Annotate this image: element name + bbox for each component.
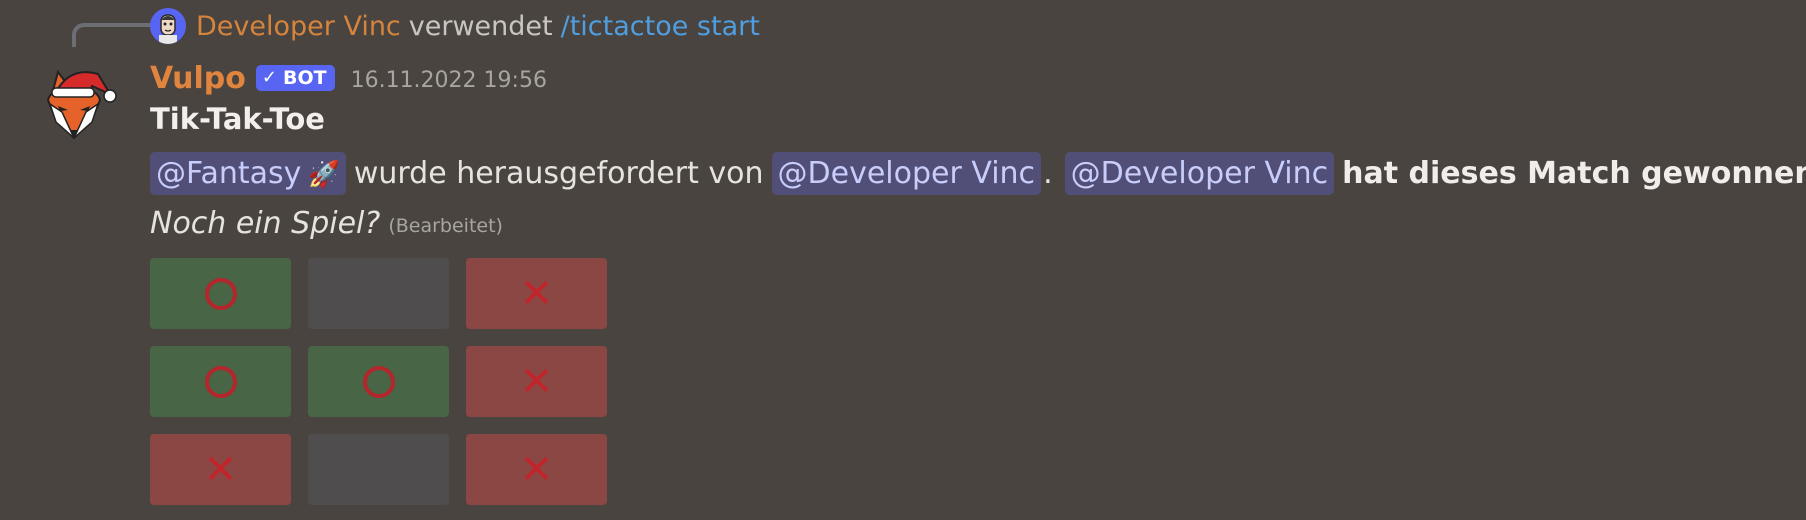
reply-context[interactable]: Developer Vinc verwendet /tictactoe star… — [150, 8, 760, 44]
reply-verb: verwendet — [408, 10, 553, 42]
board-cell-2[interactable] — [308, 258, 449, 329]
edited-label: (Bearbeitet) — [388, 215, 503, 237]
rematch-question: Noch ein Spiel? — [150, 205, 381, 241]
mention-developer-vinc[interactable]: @Developer Vinc — [771, 151, 1042, 195]
reply-connector — [72, 23, 150, 47]
cartoon-person-avatar-icon[interactable] — [150, 8, 186, 44]
period: . — [1043, 155, 1053, 191]
message-header: Vulpo ✓ BOT 16.11.2022 19:56 — [150, 56, 547, 100]
cross-icon: ✕ — [203, 446, 238, 493]
bot-tag: ✓ BOT — [255, 65, 335, 91]
discord-message: Developer Vinc verwendet /tictactoe star… — [0, 0, 1806, 520]
message-timestamp[interactable]: 16.11.2022 19:56 — [351, 64, 547, 93]
board-cell-9[interactable]: ✕ — [466, 434, 607, 505]
circle-icon — [204, 277, 237, 310]
board-cell-8[interactable] — [308, 434, 449, 505]
board-cell-1[interactable] — [150, 258, 291, 329]
winner-text: hat dieses Match gewonnen. — [1342, 155, 1806, 191]
slash-command[interactable]: /tictactoe start — [561, 11, 760, 42]
rematch-line: Noch ein Spiel? (Bearbeitet) — [150, 200, 503, 246]
cross-icon: ✕ — [519, 358, 554, 405]
board-cell-7[interactable]: ✕ — [150, 434, 291, 505]
circle-icon — [204, 365, 237, 398]
reply-username[interactable]: Developer Vinc — [196, 11, 401, 42]
challenged-text: wurde herausgefordert von — [353, 155, 764, 191]
bot-tag-label: BOT — [282, 66, 327, 89]
mention-fantasy[interactable]: @Fantasy 🚀 — [150, 151, 346, 195]
board-cell-6[interactable]: ✕ — [466, 346, 607, 417]
checkmark-icon: ✓ — [261, 67, 277, 88]
message-title: Tik-Tak-Toe — [150, 102, 325, 136]
match-result-line: @Fantasy 🚀 wurde herausgefordert von @Dev… — [150, 148, 1806, 198]
mention-winner[interactable]: @Developer Vinc — [1064, 151, 1335, 195]
board-cell-5[interactable] — [308, 346, 449, 417]
fox-santa-hat-icon[interactable] — [40, 64, 120, 144]
circle-icon — [362, 365, 395, 398]
cross-icon: ✕ — [519, 270, 554, 317]
mention-fantasy-label[interactable]: @Fantasy — [156, 156, 301, 191]
tictactoe-board: ✕ ✕ ✕ ✕ — [150, 258, 607, 505]
board-cell-4[interactable] — [150, 346, 291, 417]
board-cell-3[interactable]: ✕ — [466, 258, 607, 329]
rocket-icon: 🚀 — [307, 159, 340, 190]
cross-icon: ✕ — [519, 446, 554, 493]
bot-username[interactable]: Vulpo — [150, 61, 246, 96]
